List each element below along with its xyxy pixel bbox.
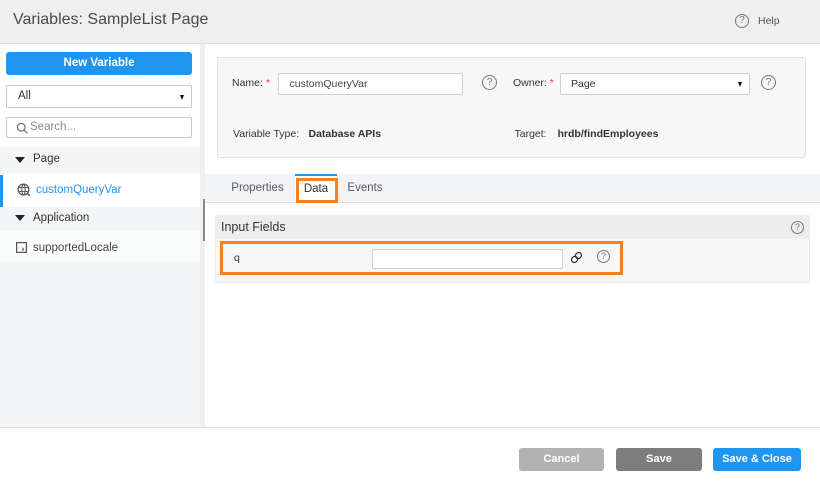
svg-text:x: x	[22, 247, 25, 253]
